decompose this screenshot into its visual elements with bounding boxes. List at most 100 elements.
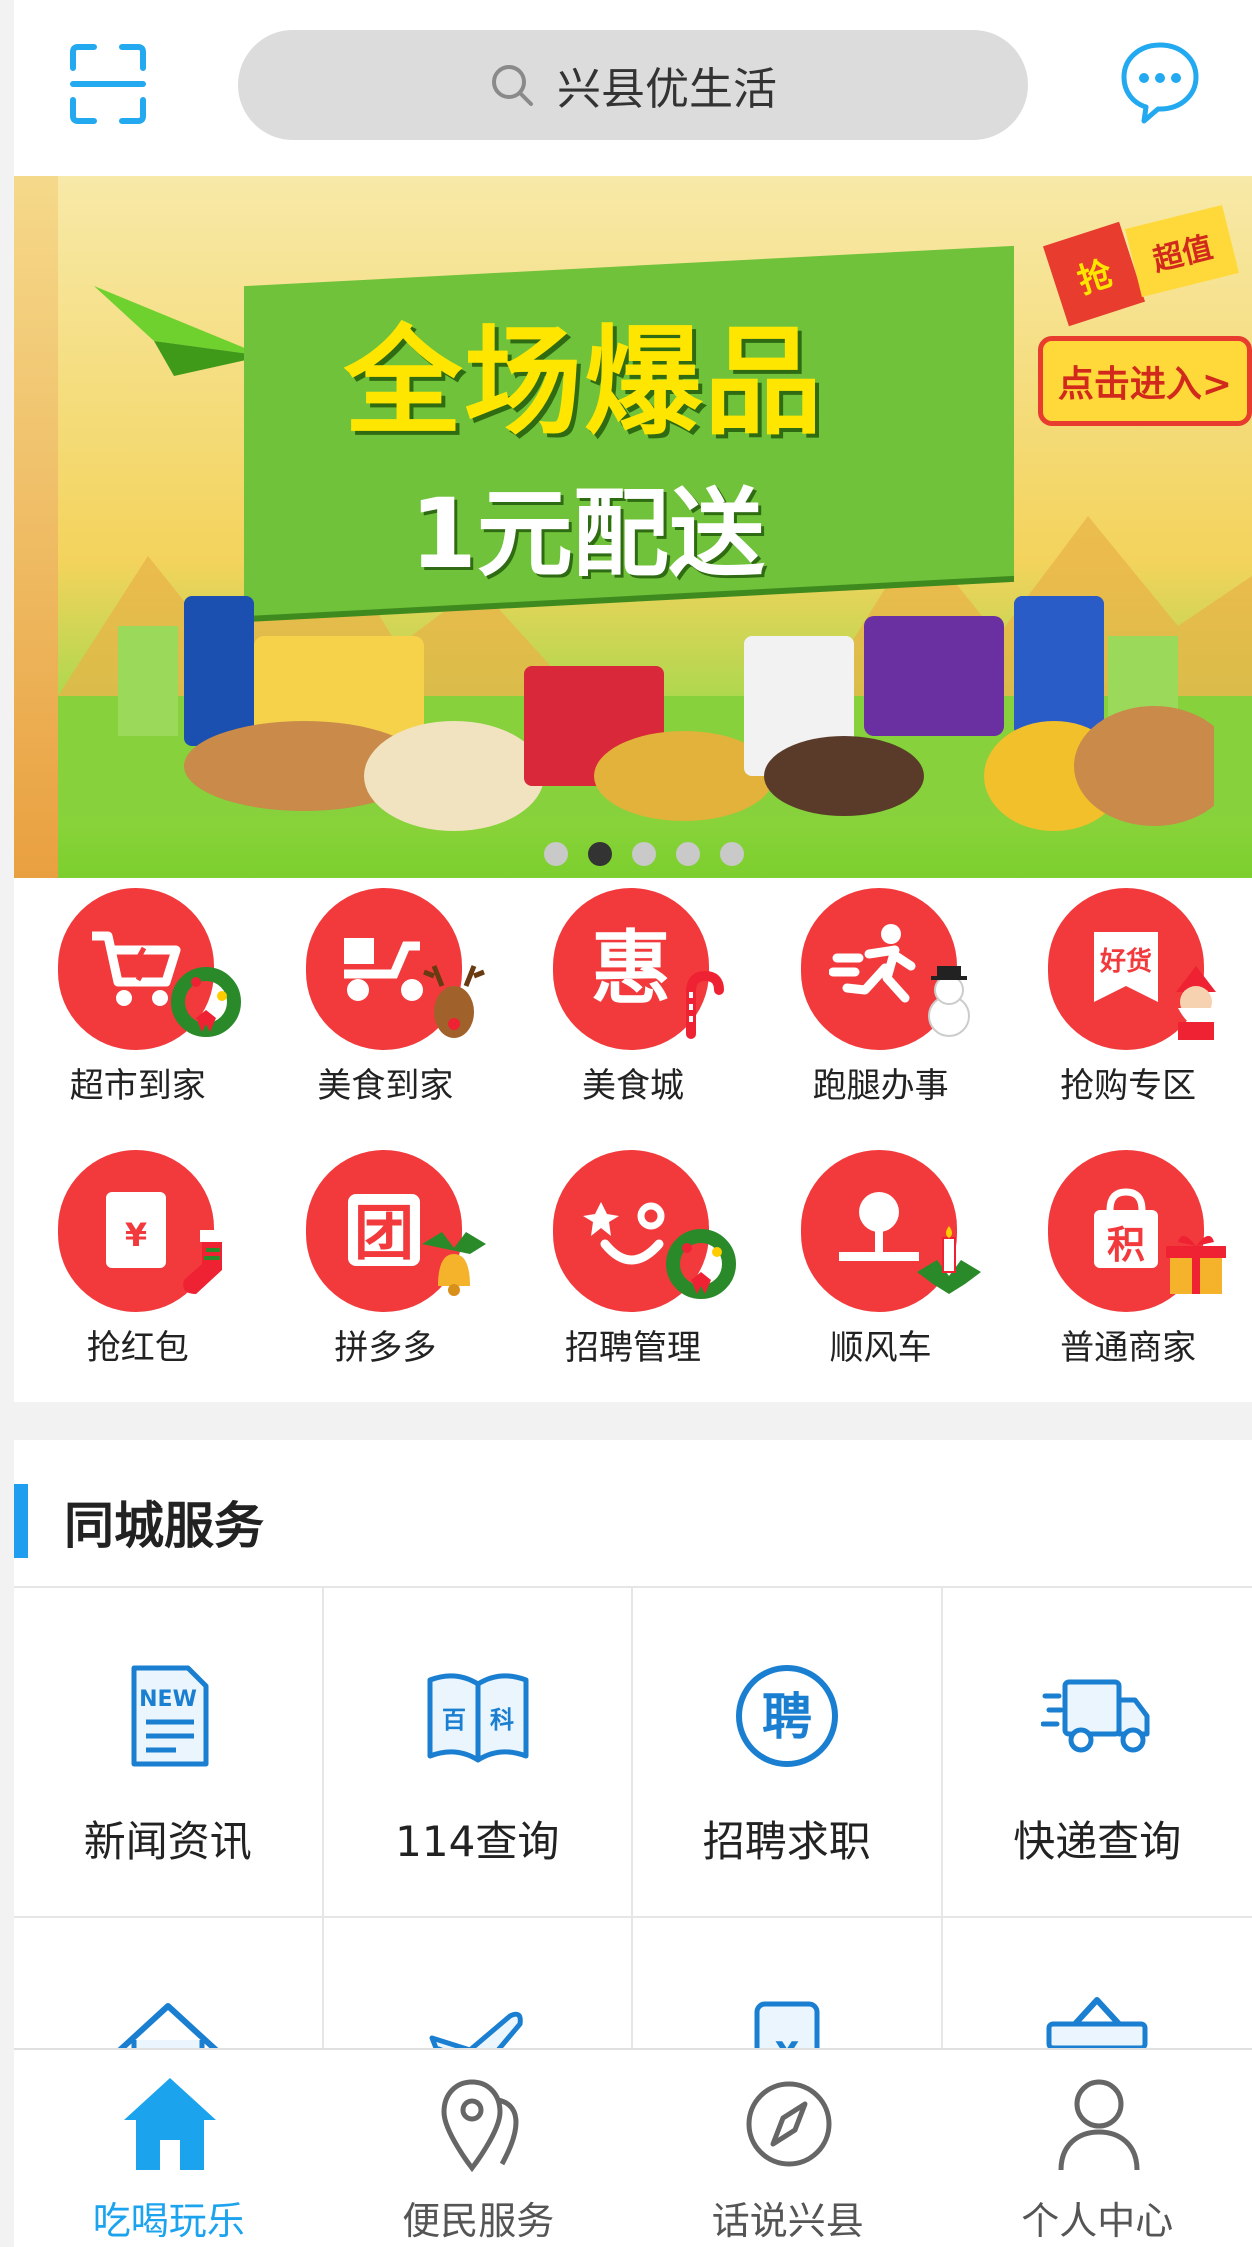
svg-text:¥: ¥ [125, 1216, 147, 1254]
phone-yuan-icon: ¥ [754, 2001, 820, 2048]
candy-cane-icon [686, 970, 725, 1039]
entry-errand[interactable]: 跑腿办事 [757, 878, 1005, 1140]
entry-label: 超市到家 [69, 1066, 206, 1106]
service-item[interactable]: ¥ [633, 1918, 943, 2048]
santa-icon [1176, 966, 1217, 1040]
svg-text:聘: 聘 [762, 1688, 812, 1746]
top-header: 兴县优生活 [14, 0, 1252, 176]
job-icon: 聘 [736, 1665, 838, 1767]
carousel-dot[interactable] [676, 842, 700, 866]
entry-label: 美食到家 [317, 1066, 454, 1106]
entry-ride-share[interactable]: 顺风车 [757, 1140, 1005, 1402]
entry-supermarket[interactable]: 超市到家 [14, 878, 262, 1140]
value-badge: 超值 [1125, 204, 1239, 298]
promo-banner[interactable]: 全场爆品 1元配送 抢 超值 点击进入> [14, 176, 1252, 878]
candle-icon [916, 1226, 981, 1294]
tab-label: 话说兴县 [711, 2199, 864, 2243]
tab-xingxian-talk[interactable]: 话说兴县 [633, 2050, 943, 2247]
person-icon [1058, 2079, 1139, 2171]
banner-enter-label: 点击进入> [1057, 364, 1233, 405]
entry-label: 招聘管理 [564, 1328, 701, 1368]
tab-eat-drink-play[interactable]: 吃喝玩乐 [14, 2050, 324, 2247]
svg-text:积: 积 [1107, 1223, 1145, 1267]
svg-text:惠: 惠 [591, 922, 671, 1015]
service-item[interactable] [943, 1918, 1252, 2048]
carousel-indicator [544, 842, 744, 866]
service-label: 快递查询 [1013, 1817, 1182, 1866]
entry-label: 普通商家 [1060, 1328, 1197, 1368]
service-label: 新闻资讯 [83, 1817, 252, 1866]
banner-subheadline: 1元配送 [410, 478, 765, 590]
house-icon [117, 2003, 219, 2048]
scan-icon[interactable] [70, 44, 146, 124]
service-job[interactable]: 聘 招聘求职 [633, 1588, 943, 1918]
svg-text:百: 百 [442, 1706, 466, 1734]
entry-food-delivery[interactable]: 美食到家 [262, 878, 510, 1140]
encyclopedia-icon: 百科 [427, 1673, 528, 1763]
quick-entry-row: 超市到家 美食到家 惠 美食城 跑腿办事 好货 抢购专区 [14, 878, 1252, 1140]
svg-text:NEW: NEW [139, 1687, 197, 1712]
city-service-grid: NEW 新闻资讯 百科 114查询 聘 招聘求职 快递查询 ¥ [14, 1588, 1252, 2048]
wreath-icon [171, 967, 241, 1037]
products-image [184, 596, 1214, 831]
message-icon[interactable] [1120, 40, 1200, 126]
section-header: 同城服务 [14, 1440, 1252, 1588]
tab-label: 便民服务 [402, 2199, 555, 2243]
service-114-query[interactable]: 百科 114查询 [323, 1588, 633, 1918]
entry-label: 美食城 [581, 1066, 684, 1106]
tab-personal-center[interactable]: 个人中心 [943, 2050, 1252, 2247]
entry-label: 抢红包 [86, 1328, 189, 1368]
stocking-icon [183, 1230, 224, 1294]
service-item[interactable] [324, 1918, 633, 2048]
service-express[interactable]: 快递查询 [942, 1588, 1252, 1918]
carousel-dot[interactable] [632, 842, 656, 866]
quick-entry-grid: 超市到家 美食到家 惠 美食城 跑腿办事 好货 抢购专区 ¥ 抢红包 团 拼多多… [14, 878, 1252, 1402]
svg-text:¥: ¥ [775, 2035, 799, 2048]
previous-slide-edge [14, 176, 58, 878]
entry-label: 跑腿办事 [812, 1066, 949, 1106]
paper-plane-decoration [94, 286, 264, 376]
quick-entry-row: ¥ 抢红包 团 拼多多 招聘管理 顺风车 积 普通商家 [14, 1140, 1252, 1402]
entry-flash-sale[interactable]: 好货 抢购专区 [1004, 878, 1252, 1140]
svg-text:团: 团 [354, 1199, 414, 1269]
entry-label: 拼多多 [334, 1328, 437, 1368]
banner-headline: 全场爆品 [344, 313, 825, 451]
service-label: 招聘求职 [702, 1817, 871, 1866]
bottom-tab-bar: 吃喝玩乐 便民服务 话说兴县 个人中心 [14, 2048, 1252, 2247]
entry-food-court[interactable]: 惠 美食城 [509, 878, 757, 1140]
search-input[interactable]: 兴县优生活 [238, 30, 1028, 140]
entry-red-envelope[interactable]: ¥ 抢红包 [14, 1140, 262, 1402]
search-placeholder: 兴县优生活 [557, 64, 777, 115]
wreath-icon [666, 1229, 737, 1299]
plane-icon [429, 2011, 523, 2048]
home-icon [124, 2078, 216, 2170]
service-news[interactable]: NEW 新闻资讯 [14, 1588, 324, 1918]
tab-convenience[interactable]: 便民服务 [324, 2050, 634, 2247]
bell-icon [421, 1232, 486, 1296]
svg-text:好货: 好货 [1099, 946, 1152, 977]
snowman-icon [927, 966, 970, 1037]
entry-label: 抢购专区 [1060, 1066, 1197, 1106]
carousel-dot[interactable] [720, 842, 744, 866]
tab-label: 个人中心 [1021, 2199, 1174, 2243]
service-label: 114查询 [395, 1817, 560, 1866]
compass-icon [746, 2081, 832, 2167]
entry-group-buy[interactable]: 团 拼多多 [262, 1140, 510, 1402]
svg-text:科: 科 [490, 1706, 514, 1734]
tab-label: 吃喝玩乐 [92, 2199, 245, 2243]
entry-recruit-manage[interactable]: 招聘管理 [509, 1140, 757, 1402]
section-accent-bar [14, 1484, 28, 1558]
left-edge-strip [0, 0, 14, 2247]
entry-label: 顺风车 [829, 1328, 932, 1368]
location-pin-icon [440, 2079, 518, 2173]
shop-icon [1046, 1997, 1147, 2048]
banner-enter-button[interactable]: 点击进入> [1038, 336, 1252, 426]
delivery-truck-icon [1040, 1679, 1149, 1753]
service-item[interactable] [14, 1918, 324, 2048]
reindeer-icon [422, 965, 485, 1038]
section-title: 同城服务 [64, 1497, 264, 1555]
carousel-dot-active[interactable] [588, 842, 612, 866]
search-icon [492, 65, 533, 106]
entry-regular-merchant[interactable]: 积 普通商家 [1004, 1140, 1252, 1402]
carousel-dot[interactable] [544, 842, 568, 866]
